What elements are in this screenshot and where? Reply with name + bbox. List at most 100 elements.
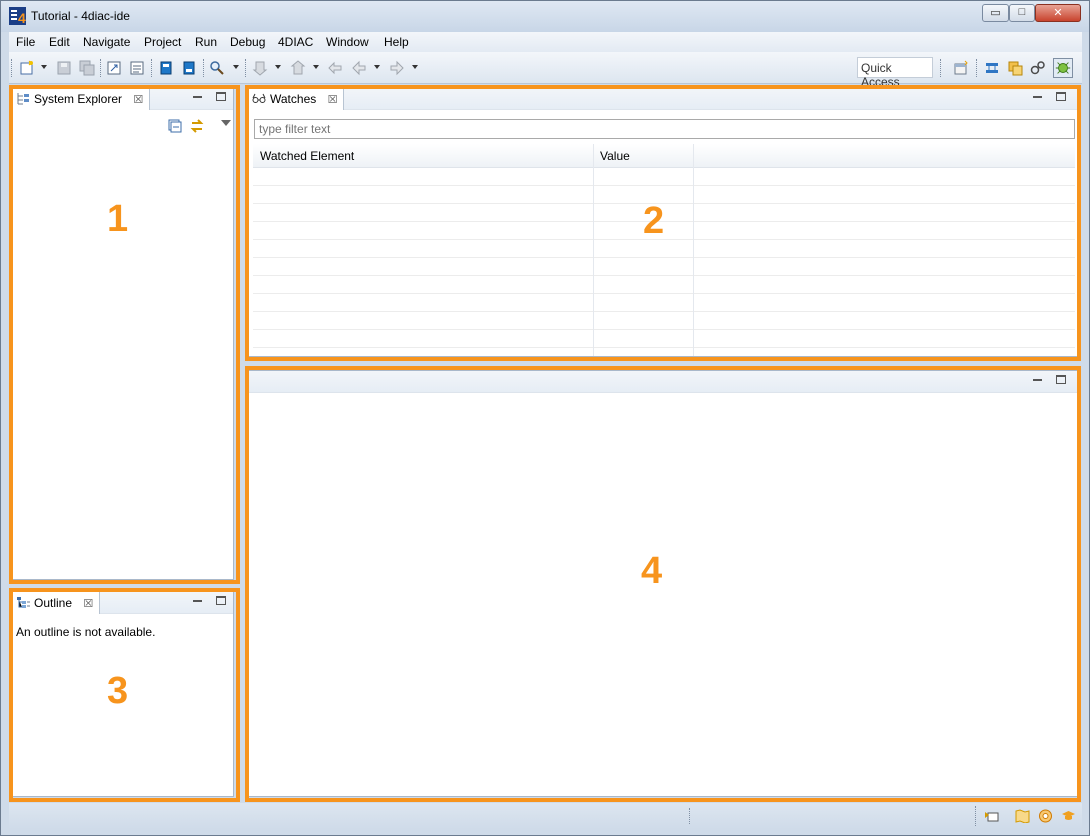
import-icon[interactable]	[129, 60, 145, 76]
close-tab-icon[interactable]: ☒	[83, 597, 93, 610]
menu-4diac[interactable]: 4DIAC	[278, 35, 313, 49]
search-dropdown[interactable]	[233, 65, 239, 69]
table-row[interactable]	[253, 330, 1075, 348]
back-icon[interactable]	[351, 60, 367, 76]
deploy-icon[interactable]	[158, 60, 174, 76]
maximize-window-button[interactable]: □	[1009, 4, 1035, 22]
link-with-editor-icon[interactable]	[189, 118, 205, 134]
region-number-1: 1	[107, 198, 129, 240]
minimize-icon: ▭	[990, 7, 1001, 19]
region-number-4: 4	[641, 550, 663, 592]
toolbar-separator	[976, 59, 978, 77]
close-icon: ✕	[1053, 7, 1063, 19]
app-window: 4 Tutorial - 4diac-ide ▭ □ ✕ File Edit N…	[0, 0, 1090, 836]
outline-tab-label: Outline	[34, 596, 73, 610]
minimize-window-button[interactable]: ▭	[982, 4, 1009, 22]
system-explorer-view: System Explorer ☒	[11, 87, 234, 580]
close-window-button[interactable]: ✕	[1035, 4, 1081, 22]
forward-dropdown[interactable]	[412, 65, 418, 69]
save-icon[interactable]	[56, 60, 72, 76]
watches-glasses-icon	[252, 93, 266, 103]
table-row[interactable]	[253, 258, 1075, 276]
tab-watches[interactable]: Watches ☒	[248, 88, 345, 110]
new-wizard-icon[interactable]	[19, 60, 35, 76]
toolbar-separator	[11, 59, 13, 77]
progress-view-icon[interactable]	[984, 809, 999, 823]
prev-annotation-dropdown[interactable]	[313, 65, 319, 69]
maximize-view-button[interactable]	[1056, 92, 1066, 101]
toolbar-separator	[245, 59, 247, 77]
back-dropdown[interactable]	[374, 65, 380, 69]
next-annotation-icon[interactable]	[252, 60, 268, 76]
outline-icon	[17, 597, 30, 608]
menu-help[interactable]: Help	[384, 35, 409, 49]
window-title: Tutorial - 4diac-ide	[31, 9, 130, 23]
watches-tab-label: Watches	[270, 92, 317, 106]
maximize-view-button[interactable]	[1056, 375, 1066, 384]
menu-bar: File Edit Navigate Project Run Debug 4DI…	[9, 32, 1082, 52]
minimize-view-button[interactable]	[193, 600, 202, 602]
type-perspective-icon[interactable]	[1007, 60, 1023, 76]
tab-system-explorer[interactable]: System Explorer ☒	[12, 88, 151, 110]
menu-edit[interactable]: Edit	[49, 35, 70, 49]
status-separator	[689, 808, 691, 824]
maximize-view-button[interactable]	[216, 92, 226, 101]
table-row[interactable]	[253, 294, 1075, 312]
toolbar-separator	[203, 59, 205, 77]
tutorial-graduation-icon[interactable]	[1061, 809, 1076, 823]
table-row[interactable]	[253, 312, 1075, 330]
forward-icon[interactable]	[389, 60, 405, 76]
menu-project[interactable]: Project	[144, 35, 181, 49]
column-watched-element[interactable]: Watched Element	[260, 149, 354, 163]
region-number-2: 2	[643, 200, 665, 242]
column-value[interactable]: Value	[600, 149, 630, 163]
new-wizard-dropdown[interactable]	[41, 65, 47, 69]
watches-table-header: Watched Element Value	[253, 144, 1075, 168]
tab-outline[interactable]: Outline ☒	[12, 592, 101, 614]
menu-debug[interactable]: Debug	[230, 35, 265, 49]
toolbar-separator	[940, 59, 942, 77]
search-icon[interactable]	[209, 60, 225, 76]
last-edit-icon[interactable]	[327, 60, 343, 76]
debug-perspective-icon[interactable]	[1053, 58, 1073, 78]
maximize-view-button[interactable]	[216, 596, 226, 605]
system-perspective-icon[interactable]	[984, 60, 1000, 76]
table-row[interactable]	[253, 276, 1075, 294]
quick-access-field[interactable]: Quick Access	[857, 57, 933, 89]
menu-file[interactable]: File	[16, 35, 35, 49]
save-all-icon[interactable]	[79, 60, 95, 76]
stop-deploy-icon[interactable]	[181, 60, 197, 76]
maximize-icon: □	[1018, 6, 1026, 18]
minimize-view-button[interactable]	[1033, 379, 1042, 381]
deployment-perspective-icon[interactable]	[1030, 60, 1046, 76]
collapse-all-icon[interactable]	[168, 119, 182, 133]
watch-filter-input[interactable]	[254, 119, 1075, 139]
main-toolbar: Quick Access	[9, 52, 1082, 89]
export-icon[interactable]	[106, 60, 122, 76]
close-tab-icon[interactable]: ☒	[133, 93, 143, 106]
menu-run[interactable]: Run	[195, 35, 217, 49]
toolbar-separator	[151, 59, 153, 77]
menu-window[interactable]: Window	[326, 35, 369, 49]
watches-table: Watched Element Value	[253, 144, 1075, 356]
prev-annotation-icon[interactable]	[290, 60, 306, 76]
system-explorer-tab-label: System Explorer	[34, 92, 123, 106]
svg-text:4: 4	[18, 10, 26, 25]
help-lifebuoy-icon[interactable]	[1038, 809, 1053, 823]
status-bar	[9, 803, 1082, 829]
watches-tabbar: Watches ☒	[248, 88, 1078, 110]
column-divider	[593, 144, 594, 356]
menu-navigate[interactable]: Navigate	[83, 35, 130, 49]
watches-table-body	[253, 168, 1075, 348]
map-icon[interactable]	[1015, 809, 1030, 823]
system-explorer-icon	[17, 93, 29, 105]
minimize-view-button[interactable]	[193, 96, 202, 98]
minimize-view-button[interactable]	[1033, 96, 1042, 98]
close-tab-icon[interactable]: ☒	[328, 93, 338, 106]
view-menu-chevron-icon[interactable]	[221, 120, 231, 126]
open-perspective-icon[interactable]	[953, 60, 969, 76]
editor-area	[247, 370, 1079, 797]
editor-tabbar	[248, 371, 1078, 393]
next-annotation-dropdown[interactable]	[275, 65, 281, 69]
table-row[interactable]	[253, 168, 1075, 186]
